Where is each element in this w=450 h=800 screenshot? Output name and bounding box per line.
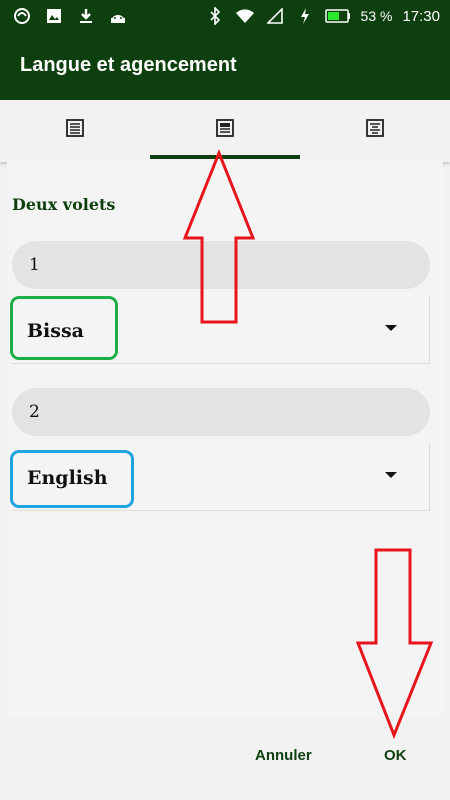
layout-tabs [0,100,450,162]
tab-single-pane[interactable] [0,100,150,162]
wifi-icon [235,6,255,26]
battery-icon [324,6,351,26]
dropdown-arrow-icon [385,325,397,331]
charging-icon [295,6,315,26]
cancel-button[interactable]: Annuler [255,747,312,764]
tab-two-pane[interactable] [150,100,300,162]
app-icon [12,6,32,26]
ok-button[interactable]: OK [384,747,407,764]
pane-2-language-dropdown[interactable]: English [12,443,430,511]
image-icon [44,6,64,26]
pane-2-label: 2 [12,388,430,436]
download-icon [76,6,96,26]
pane-1-language-dropdown[interactable]: Bissa [12,296,430,364]
clock: 17:30 [402,7,440,25]
app-toolbar: Langue et agencement [0,32,450,100]
page-title: Langue et agencement [20,54,237,76]
signal-icon [265,6,285,26]
selected-tab-indicator [150,155,300,159]
battery-percent: 53 % [360,8,393,24]
android-icon [108,6,128,26]
three-pane-icon [365,118,385,143]
two-pane-icon [215,118,235,143]
tab-three-pane[interactable] [300,100,450,162]
single-pane-icon [65,118,85,143]
dropdown-arrow-icon [385,472,397,478]
section-title: Deux volets [12,195,116,214]
pane-1-language-value: Bissa [27,320,84,342]
pane-2-language-value: English [27,467,108,489]
pane-1-label: 1 [12,241,430,289]
bluetooth-icon [205,6,225,26]
status-bar: 53 % 17:30 [0,0,450,32]
